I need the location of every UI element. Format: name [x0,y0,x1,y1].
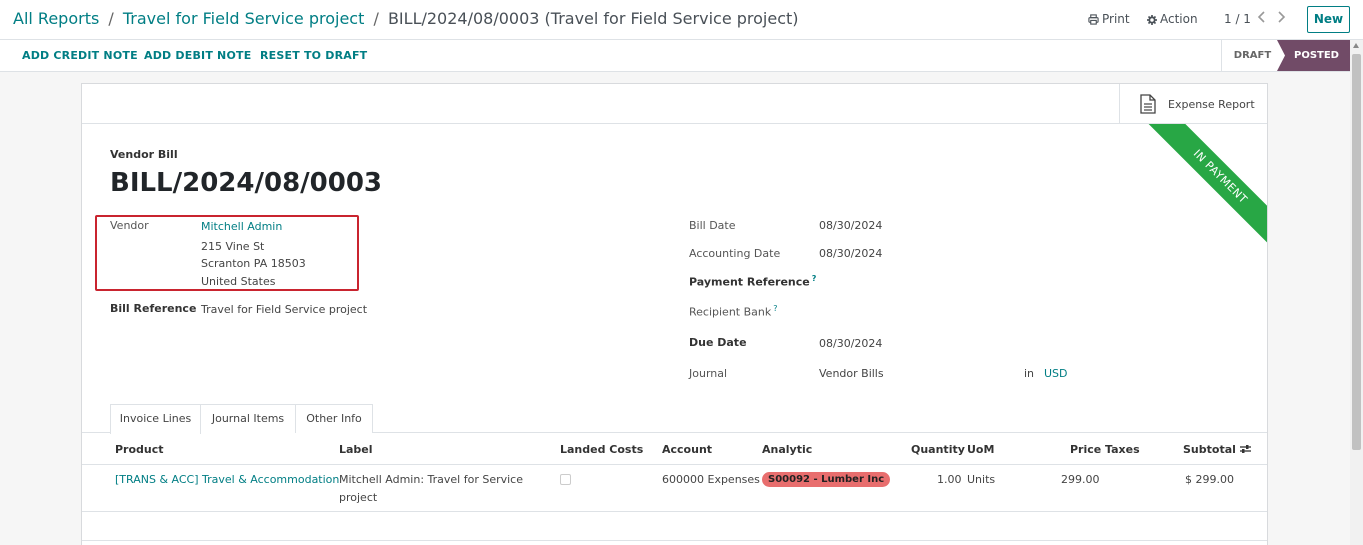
accounting-date-label: Accounting Date [689,247,781,260]
stage-posted[interactable]: POSTED [1277,40,1350,71]
print-icon [1088,14,1099,25]
column-quantity[interactable]: Quantity [911,443,965,456]
breadcrumb-all-reports[interactable]: All Reports [13,9,99,28]
column-landed-costs[interactable]: Landed Costs [560,443,643,456]
quantity-cell[interactable]: 1.00 [937,473,962,486]
scroll-up-arrow-icon[interactable] [1353,43,1359,48]
scroll-thumb[interactable] [1352,54,1361,450]
breadcrumb-project[interactable]: Travel for Field Service project [123,9,365,28]
column-taxes[interactable]: Taxes [1105,443,1140,456]
add-debit-note-button[interactable]: ADD DEBIT NOTE [144,49,251,62]
column-subtotal[interactable]: Subtotal [1183,443,1236,456]
sliders-icon [1240,445,1251,453]
journal-label: Journal [689,367,728,380]
landed-costs-checkbox[interactable] [560,474,571,485]
column-price[interactable]: Price [1070,443,1101,456]
vendor-city: Scranton PA 18503 [201,257,306,270]
due-date-label: Due Date [689,336,747,349]
notebook-tabs: Invoice Lines Journal Items Other Info [82,404,1267,434]
column-uom[interactable]: UoM [967,443,994,456]
reset-to-draft-button[interactable]: RESET TO DRAFT [260,49,367,62]
chevron-left-icon [1257,11,1265,23]
breadcrumb-separator: / [373,9,379,28]
journal-in-text: in [1024,367,1035,380]
payment-reference-label: Payment Reference? [689,274,816,289]
action-button[interactable]: Action [1147,12,1198,26]
price-cell[interactable]: 299.00 [1061,473,1100,486]
product-cell[interactable]: [TRANS & ACC] Travel & Accommodation [115,473,339,486]
bill-date-label: Bill Date [689,219,736,232]
print-label: Print [1102,12,1130,26]
add-credit-note-button[interactable]: ADD CREDIT NOTE [22,49,138,62]
journal-field[interactable]: Vendor Bills [819,367,884,380]
smart-button-box: Expense Report [82,84,1267,124]
breadcrumb-current: BILL/2024/08/0003 (Travel for Field Serv… [387,9,799,28]
tab-journal-items[interactable]: Journal Items [201,404,296,433]
vendor-link[interactable]: Mitchell Admin [201,220,282,233]
action-label: Action [1160,12,1198,26]
account-cell[interactable]: 600000 Expenses [662,473,760,486]
pager-previous-button[interactable] [1257,9,1271,27]
column-label[interactable]: Label [339,443,373,456]
document-icon [1140,94,1156,114]
form-sheet: Expense Report IN PAYMENT Vendor Bill BI… [81,83,1268,545]
payment-reference-text: Payment Reference [689,275,810,289]
accounting-date-field[interactable]: 08/30/2024 [819,247,882,260]
tab-other-info[interactable]: Other Info [295,404,373,433]
table-header-divider [82,464,1267,465]
gear-icon [1147,15,1157,25]
status-bar: ADD CREDIT NOTE ADD DEBIT NOTE RESET TO … [0,40,1350,72]
expense-report-label: Expense Report [1168,98,1255,111]
stage-draft[interactable]: DRAFT [1221,40,1283,71]
help-icon[interactable]: ? [773,304,777,313]
ribbon-label: IN PAYMENT [1140,124,1267,257]
expense-report-button[interactable]: Expense Report [1119,84,1267,124]
bill-reference-field[interactable]: Travel for Field Service project [201,303,367,316]
document-type: Vendor Bill [110,148,178,161]
due-date-field[interactable]: 08/30/2024 [819,337,882,350]
column-product[interactable]: Product [115,443,164,456]
vendor-street: 215 Vine St [201,240,265,253]
row-divider [82,540,1267,541]
bill-date-field[interactable]: 08/30/2024 [819,219,882,232]
currency-link[interactable]: USD [1044,367,1068,380]
control-panel: All Reports / Travel for Field Service p… [0,0,1363,40]
vendor-country: United States [201,275,276,288]
recipient-bank-label: Recipient Bank? [689,304,778,319]
analytic-tag[interactable]: S00092 - Lumber Inc [762,472,891,487]
optional-columns-toggle[interactable] [1239,443,1252,458]
breadcrumb: All Reports / Travel for Field Service p… [13,9,799,28]
breadcrumb-separator: / [108,9,114,28]
subtotal-cell: $ 299.00 [1185,473,1234,486]
print-button[interactable]: Print [1088,12,1130,26]
bill-reference-label: Bill Reference [110,302,197,315]
pager-value[interactable]: 1 / 1 [1224,12,1251,26]
vertical-scrollbar[interactable] [1350,40,1363,545]
row-divider [82,511,1267,512]
column-analytic[interactable]: Analytic [762,443,812,456]
vendor-label: Vendor [110,219,149,232]
label-cell-line2[interactable]: project [339,491,377,504]
page-title: BILL/2024/08/0003 [110,168,383,198]
uom-cell[interactable]: Units [967,473,995,486]
recipient-bank-text: Recipient Bank [689,305,772,319]
tab-invoice-lines[interactable]: Invoice Lines [110,404,201,434]
label-cell-line1[interactable]: Mitchell Admin: Travel for Service [339,473,523,486]
pager-next-button[interactable] [1276,9,1290,27]
column-account[interactable]: Account [662,443,712,456]
new-button[interactable]: New [1307,6,1350,33]
help-icon[interactable]: ? [812,274,817,283]
chevron-right-icon [1278,11,1286,23]
status-ribbon: IN PAYMENT [1132,124,1267,260]
